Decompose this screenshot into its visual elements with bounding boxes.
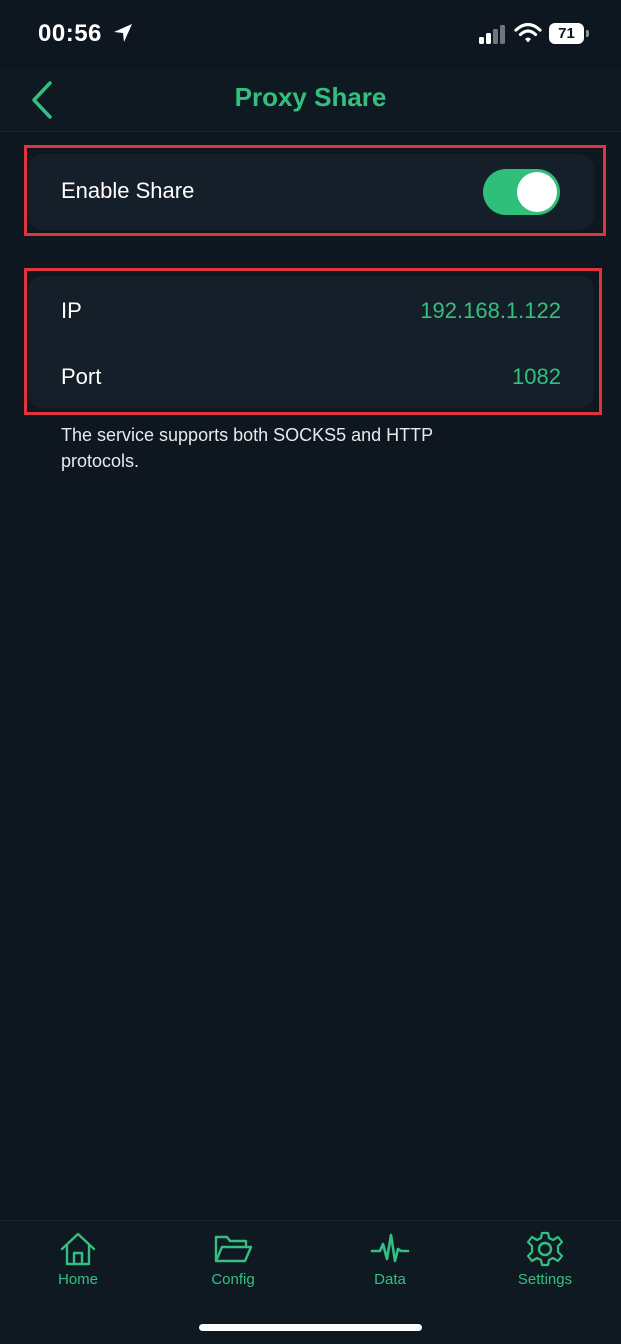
gear-icon — [526, 1231, 564, 1267]
wifi-icon — [514, 22, 542, 43]
tab-home-label: Home — [57, 1271, 98, 1288]
home-indicator[interactable] — [199, 1324, 422, 1331]
enable-share-toggle[interactable] — [483, 169, 560, 215]
connection-info-card: IP 192.168.1.122 Port 1082 — [28, 276, 594, 408]
protocol-note: The service supports both SOCKS5 and HTT… — [61, 425, 433, 471]
enable-share-card: Enable Share — [28, 154, 594, 230]
tab-data-label: Data — [374, 1271, 406, 1288]
tab-config[interactable]: Config — [173, 1231, 293, 1295]
port-label: Port — [61, 364, 102, 389]
pulse-icon — [370, 1233, 410, 1263]
battery-icon: 71 — [549, 23, 589, 44]
battery-level: 71 — [549, 23, 584, 44]
tab-settings-label: Settings — [517, 1271, 573, 1288]
nav-bar: Proxy Share — [0, 68, 621, 132]
location-arrow-icon — [114, 24, 132, 42]
ip-value: 192.168.1.122 — [420, 298, 561, 323]
tab-home[interactable]: Home — [18, 1231, 138, 1295]
enable-share-label: Enable Share — [61, 178, 195, 203]
folder-icon — [214, 1235, 253, 1263]
ip-label: IP — [61, 298, 82, 323]
home-icon — [60, 1232, 96, 1266]
tab-config-label: Config — [211, 1271, 255, 1288]
toggle-knob — [517, 172, 557, 212]
port-value: 1082 — [512, 364, 561, 389]
page-title: Proxy Share — [234, 82, 387, 112]
status-bar: 00:56 71 — [0, 0, 621, 68]
tab-data[interactable]: Data — [330, 1231, 450, 1295]
tab-settings[interactable]: Settings — [485, 1231, 605, 1295]
battery-cap — [586, 30, 589, 37]
screen: 00:56 71 Proxy Share Enable Share IP 192… — [0, 0, 621, 1344]
cellular-signal-icon — [479, 25, 505, 44]
status-time: 00:56 — [38, 20, 102, 47]
